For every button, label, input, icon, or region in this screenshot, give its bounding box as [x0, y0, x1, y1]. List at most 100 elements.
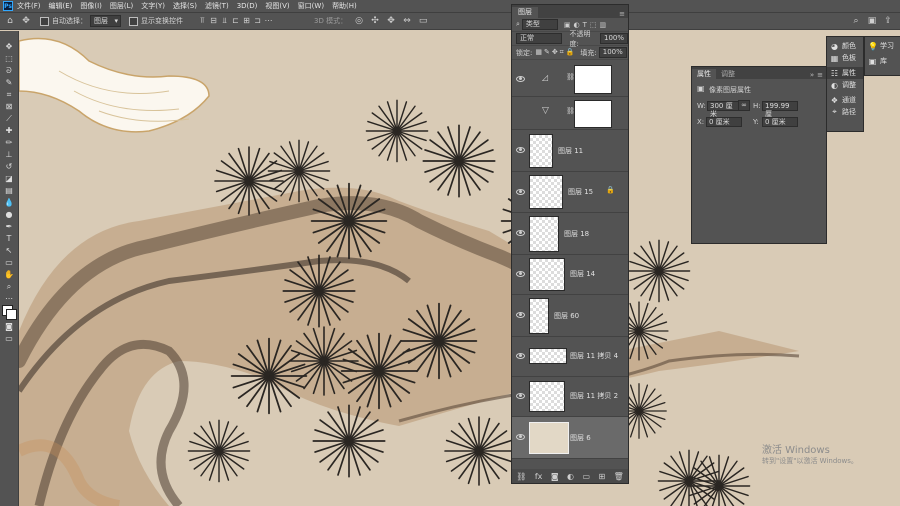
align-left-icon[interactable]: ⊏ — [230, 16, 241, 26]
height-field[interactable]: 199.99 厘 — [762, 101, 798, 118]
layer-row[interactable]: 图层 11 拷贝 4 — [512, 337, 628, 377]
filter-icons[interactable]: ▣◐T⬚▥ — [564, 21, 609, 29]
3d-pan-icon[interactable]: ✥ — [385, 15, 397, 27]
dock-item-color[interactable]: ◕ 颜色 — [827, 40, 863, 52]
align-middle-icon[interactable]: ⊟ — [208, 16, 219, 26]
visibility-eye-icon[interactable] — [516, 312, 525, 318]
align-center-icon[interactable]: ⊞ — [241, 16, 252, 26]
path-select-tool-icon[interactable]: ↖ — [0, 245, 18, 257]
x-field[interactable]: 0 厘米 — [706, 117, 742, 127]
frame-tool-icon[interactable]: ⊠ — [0, 101, 18, 113]
visibility-eye-icon[interactable] — [516, 189, 525, 195]
quick-select-tool-icon[interactable]: ✎ — [0, 77, 18, 89]
dock-item-learn[interactable]: 💡 学习 — [865, 40, 900, 52]
menu-layer[interactable]: 图层(L) — [110, 1, 133, 11]
crop-tool-icon[interactable]: ⌗ — [0, 89, 18, 101]
layer-mask-thumbnail[interactable] — [574, 65, 612, 94]
link-dimensions-icon[interactable]: ∞ — [738, 100, 750, 111]
blend-mode-dropdown[interactable]: 正常 — [516, 33, 562, 44]
tab-properties[interactable]: 属性 — [692, 69, 716, 79]
type-tool-icon[interactable]: T — [0, 233, 18, 245]
move-tool-icon[interactable]: ✥ — [20, 15, 32, 27]
home-icon[interactable]: ⌂ — [4, 15, 16, 27]
zoom-tool-icon[interactable]: ⌕ — [0, 281, 18, 293]
dock-item-channels[interactable]: ❖ 通道 — [827, 94, 863, 106]
search-icon[interactable]: ⌕ — [850, 15, 862, 27]
dock-item-swatches[interactable]: ▦ 色板 — [827, 52, 863, 64]
history-brush-tool-icon[interactable]: ↺ — [0, 161, 18, 173]
gradient-tool-icon[interactable]: ▤ — [0, 185, 18, 197]
visibility-eye-icon[interactable] — [516, 271, 525, 277]
tab-layers[interactable]: 图层 — [512, 7, 538, 18]
workspace-icon[interactable]: ▣ — [866, 15, 878, 27]
align-top-icon[interactable]: ⫪ — [197, 16, 208, 26]
brush-tool-icon[interactable]: ✏ — [0, 137, 18, 149]
visibility-eye-icon[interactable] — [516, 353, 525, 359]
fill-field[interactable]: 100% — [598, 47, 627, 58]
layer-row[interactable]: 图层 15 🔒 — [512, 172, 628, 213]
align-right-icon[interactable]: ⊐ — [252, 16, 263, 26]
layer-mask-thumbnail[interactable] — [574, 100, 612, 128]
layer-row[interactable]: ▽ ⛓ — [512, 97, 628, 130]
panel-menu-icon[interactable]: ≡ — [817, 71, 823, 79]
clone-stamp-tool-icon[interactable]: ⊥ — [0, 149, 18, 161]
filter-kind-dropdown[interactable]: 类型 — [521, 19, 558, 30]
healing-brush-tool-icon[interactable]: ✚ — [0, 125, 18, 137]
panel-menu-icon[interactable]: ≡ — [619, 10, 625, 18]
layer-row-selected[interactable]: 图层 6 — [512, 417, 628, 459]
dock-item-properties[interactable]: ☷ 属性 — [827, 67, 863, 79]
show-transform-checkbox[interactable] — [129, 16, 138, 26]
dock-item-libraries[interactable]: ▣ 库 — [865, 55, 900, 67]
layer-row[interactable]: 图层 18 — [512, 213, 628, 255]
visibility-eye-icon[interactable] — [516, 434, 525, 440]
lasso-tool-icon[interactable]: ᘐ — [0, 65, 18, 77]
auto-select-checkbox[interactable] — [40, 16, 49, 26]
dock-item-paths[interactable]: ⌖ 路径 — [827, 106, 863, 118]
quick-mask-icon[interactable]: ◙ — [0, 321, 18, 333]
3d-scale-icon[interactable]: ▭ — [417, 15, 429, 27]
shape-tool-icon[interactable]: ▭ — [0, 257, 18, 269]
layer-row[interactable]: 图层 11 拷贝 2 — [512, 377, 628, 417]
menu-file[interactable]: 文件(F) — [17, 1, 41, 11]
dodge-tool-icon[interactable]: ● — [0, 209, 18, 221]
menu-edit[interactable]: 编辑(E) — [49, 1, 73, 11]
link-layers-icon[interactable]: ⛓ — [516, 472, 526, 481]
layer-row[interactable]: ◿ ⛓ — [512, 61, 628, 97]
menu-view[interactable]: 视图(V) — [265, 1, 289, 11]
fx-icon[interactable]: fx — [535, 472, 543, 481]
3d-roll-icon[interactable]: ✣ — [369, 15, 381, 27]
color-swatches-icon[interactable] — [0, 305, 18, 321]
menu-window[interactable]: 窗口(W) — [298, 1, 324, 11]
visibility-eye-icon[interactable] — [516, 230, 525, 236]
blur-tool-icon[interactable]: 💧 — [0, 197, 18, 209]
menu-select[interactable]: 选择(S) — [173, 1, 197, 11]
visibility-eye-icon[interactable] — [516, 147, 525, 153]
eraser-tool-icon[interactable]: ◪ — [0, 173, 18, 185]
collapse-icon[interactable]: » — [810, 71, 814, 79]
dock-item-adjustments[interactable]: ◐ 调整 — [827, 79, 863, 91]
new-layer-icon[interactable]: ⊞ — [598, 472, 605, 481]
opacity-field[interactable]: 100% — [599, 33, 628, 44]
auto-select-target-dropdown[interactable]: 图层 — [90, 15, 121, 27]
adjustment-layer-icon[interactable]: ◐ — [567, 472, 574, 481]
3d-orbit-icon[interactable]: ◎ — [353, 15, 365, 27]
width-field[interactable]: 300 厘米 — [707, 101, 739, 118]
new-group-icon[interactable]: ▭ — [582, 472, 590, 481]
layer-row[interactable]: 图层 11 — [512, 130, 628, 172]
move-tool-icon[interactable]: ✥ — [0, 41, 18, 53]
layer-row[interactable]: 图层 60 — [512, 295, 628, 337]
add-mask-icon[interactable]: ◙ — [551, 472, 559, 481]
visibility-eye-icon[interactable] — [516, 393, 525, 399]
menu-image[interactable]: 图像(I) — [80, 1, 102, 11]
lock-icons[interactable]: ▦✎✥⌗🔒 — [535, 48, 576, 57]
hand-tool-icon[interactable]: ✋ — [0, 269, 18, 281]
share-icon[interactable]: ⇪ — [882, 15, 894, 27]
menu-type[interactable]: 文字(Y) — [141, 1, 165, 11]
marquee-tool-icon[interactable]: ⬚ — [0, 53, 18, 65]
eyedropper-tool-icon[interactable]: ⟋ — [0, 113, 18, 125]
layer-row[interactable]: 图层 14 — [512, 255, 628, 295]
3d-slide-icon[interactable]: ⇔ — [401, 15, 413, 27]
pen-tool-icon[interactable]: ✒ — [0, 221, 18, 233]
menu-filter[interactable]: 滤镜(T) — [205, 1, 229, 11]
visibility-eye-icon[interactable] — [516, 76, 525, 82]
